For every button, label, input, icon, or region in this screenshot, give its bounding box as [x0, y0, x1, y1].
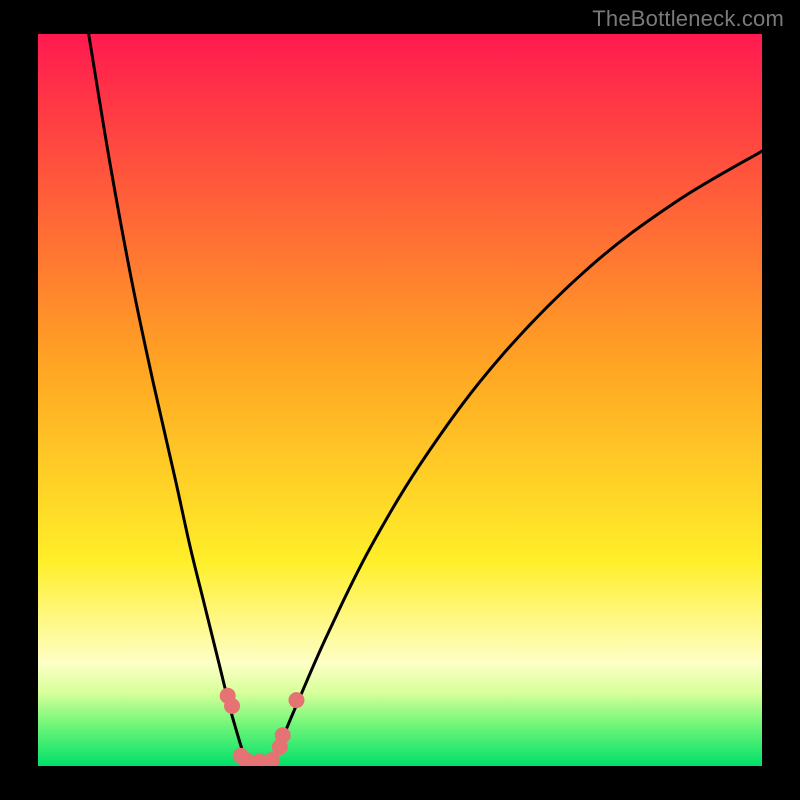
data-point — [275, 727, 291, 743]
plot-background — [38, 34, 762, 766]
data-point — [288, 692, 304, 708]
bottleneck-chart — [0, 0, 800, 800]
watermark-text: TheBottleneck.com — [592, 6, 784, 32]
data-point — [224, 698, 240, 714]
chart-frame: { "watermark": "TheBottleneck.com", "cha… — [0, 0, 800, 800]
